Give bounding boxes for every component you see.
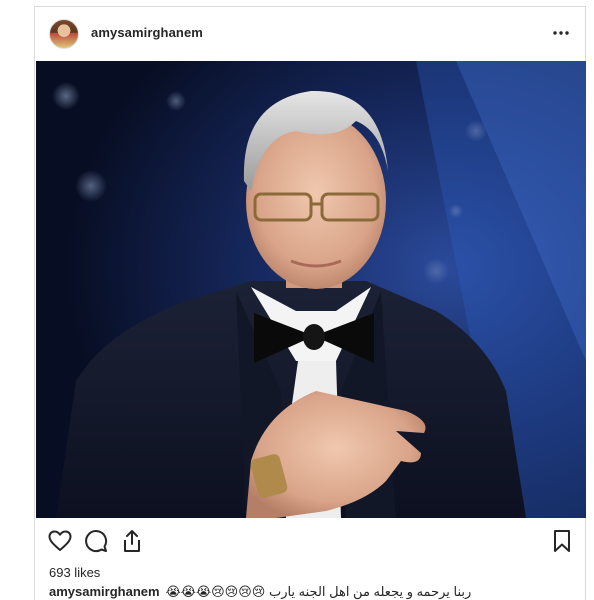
caption-username[interactable]: amysamirghanem bbox=[49, 584, 160, 599]
comment-icon[interactable] bbox=[83, 528, 109, 554]
post-username[interactable]: amysamirghanem bbox=[91, 25, 203, 40]
more-options-icon[interactable] bbox=[551, 23, 571, 43]
likes-count[interactable]: 693 likes bbox=[49, 565, 100, 580]
heart-icon[interactable] bbox=[47, 528, 73, 554]
avatar[interactable] bbox=[49, 19, 79, 49]
bookmark-icon[interactable] bbox=[549, 528, 575, 554]
instagram-post: amysamirghanem 693 likes amysamirghanem … bbox=[34, 6, 586, 600]
portrait-image bbox=[36, 61, 586, 518]
post-caption: amysamirghanem ربنا يرحمه و يجعله من اهل … bbox=[49, 584, 579, 600]
share-icon[interactable] bbox=[119, 528, 145, 554]
post-photo[interactable] bbox=[36, 61, 586, 518]
post-actions bbox=[35, 524, 585, 558]
caption-text: ربنا يرحمه و يجعله من اهل الجنه يارب 😢😢😢… bbox=[165, 584, 472, 599]
post-header: amysamirghanem bbox=[35, 7, 585, 61]
